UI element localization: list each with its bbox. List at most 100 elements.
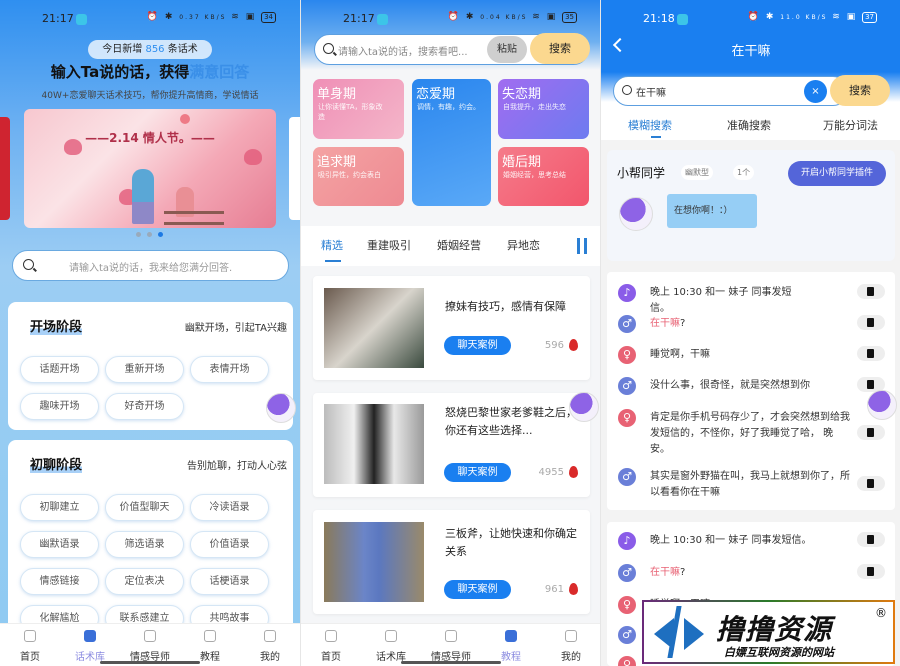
stage-card-single[interactable]: 单身期 让你读懂TA，形象改造 <box>313 79 404 139</box>
search-button[interactable]: 搜索 <box>830 75 890 106</box>
chip[interactable]: 冷读语录 <box>190 494 269 521</box>
chip[interactable]: 趣味开场 <box>20 393 99 420</box>
fire-icon <box>569 466 578 478</box>
line-text: 晚上 10:30 和一 妹子 同事发短信。 <box>650 287 792 314</box>
nav-mentor[interactable]: 情感导师 <box>120 624 180 666</box>
carousel-dots <box>136 232 163 237</box>
helper-card: 小帮同学 幽默型 1个 开启小帮同学插件 在想你啊！：） <box>607 150 895 261</box>
chat-case-button[interactable]: 聊天案例 <box>444 580 511 599</box>
keyword-highlight: 在干嘛 <box>650 567 680 578</box>
chat-case-button[interactable]: 聊天案例 <box>444 336 511 355</box>
nav-tutorial[interactable]: 教程 <box>180 624 240 666</box>
paste-button[interactable]: 粘贴 <box>487 36 527 63</box>
chip[interactable]: 重新开场 <box>105 356 184 383</box>
chip[interactable]: 话题开场 <box>20 356 99 383</box>
chip[interactable]: 筛选语录 <box>105 531 184 558</box>
search-button[interactable]: 搜索 <box>530 33 590 64</box>
headline: 输入Ta说的话，获得满意回答 <box>0 61 300 82</box>
badge-suffix: 条话术 <box>167 44 198 55</box>
copy-button[interactable] <box>857 476 885 491</box>
nav-label: 我的 <box>260 652 280 663</box>
view-count: 596 <box>544 340 564 351</box>
nav-mentor[interactable]: 情感导师 <box>421 624 481 666</box>
floating-mascot-button[interactable] <box>266 393 296 423</box>
tab-exact-search[interactable]: 准确搜索 <box>727 117 771 133</box>
new-count-badge: 今日新增 856 条话术 <box>88 40 212 59</box>
chip[interactable]: 幽默语录 <box>20 531 99 558</box>
line-text: 在干嘛? <box>650 565 800 581</box>
library-cube-icon <box>385 630 397 642</box>
more-tabs-icon[interactable] <box>577 238 587 254</box>
count-dropdown[interactable]: 1个 <box>733 165 755 180</box>
chat-case-button[interactable]: 聊天案例 <box>444 463 511 482</box>
nav-label: 首页 <box>321 652 341 663</box>
stage-card-married[interactable]: 婚后期 婚姻经营，思考总结 <box>498 147 589 206</box>
chip[interactable]: 表情开场 <box>190 356 269 383</box>
copy-button[interactable] <box>857 346 885 361</box>
nav-library[interactable]: 话术库 <box>60 624 120 666</box>
stage-card-pursuit[interactable]: 追求期 吸引异性，约会表白 <box>313 147 404 206</box>
status-icons: ⏰ ✱ 0.04 KB/S ≋ ▣ 35 <box>448 12 577 23</box>
clear-search-button[interactable]: × <box>804 80 827 103</box>
stage-card-breakup[interactable]: 失恋期 自我提升，走出失恋 <box>498 79 589 139</box>
article-thumbnail <box>324 404 424 484</box>
tab-fuzzy-search[interactable]: 模糊搜索 <box>628 117 672 133</box>
net-speed: 11.0 KB/S <box>780 14 828 21</box>
carousel-banner[interactable]: ——2.14 情人节。—— <box>24 109 276 228</box>
search-input[interactable]: 请输入ta说的话，我来给您满分回答. <box>12 250 289 281</box>
copy-button[interactable] <box>857 315 885 330</box>
nav-profile[interactable]: 我的 <box>240 624 300 666</box>
style-dropdown[interactable]: 幽默型 <box>681 165 713 180</box>
nav-profile[interactable]: 我的 <box>541 624 600 666</box>
line-text-rest: ? <box>680 318 686 329</box>
carousel-dot[interactable] <box>136 232 141 237</box>
enable-plugin-button[interactable]: 开启小帮同学插件 <box>788 161 886 186</box>
home-indicator[interactable] <box>401 661 501 664</box>
chip[interactable]: 初聊建立 <box>20 494 99 521</box>
chip[interactable]: 价值型聊天 <box>105 494 184 521</box>
tab-word-segmentation[interactable]: 万能分词法 <box>823 117 878 133</box>
tab-marriage[interactable]: 婚姻经营 <box>437 237 481 253</box>
helper-bubble: 在想你啊！：） <box>667 194 757 228</box>
female-icon: ♀ <box>618 656 636 666</box>
carousel-prev-peek[interactable] <box>0 117 10 220</box>
copy-button[interactable] <box>857 564 885 579</box>
helper-avatar <box>619 197 653 231</box>
active-tab-indicator <box>651 136 661 138</box>
bottom-nav: 首页 话术库 情感导师 教程 我的 <box>0 623 300 666</box>
nav-library[interactable]: 话术库 <box>361 624 421 666</box>
search-placeholder: 请输入ta说的话，我来给您满分回答. <box>69 263 233 274</box>
stage-desc: 让你读懂TA，形象改造 <box>318 103 383 121</box>
floating-mascot-button[interactable] <box>867 390 897 420</box>
registered-mark: ® <box>875 606 887 620</box>
tab-featured[interactable]: 精选 <box>321 237 343 253</box>
article-card[interactable]: 三板斧，让她快速和你确定关系 聊天案例 961 <box>313 510 590 614</box>
copy-button[interactable] <box>857 284 885 299</box>
chip[interactable]: 话梗语录 <box>190 568 269 595</box>
tab-long-distance[interactable]: 异地恋 <box>507 237 540 253</box>
floating-mascot-button[interactable] <box>569 392 599 422</box>
net-speed: 0.37 KB/S <box>179 14 227 21</box>
line-text: 晚上 10:30 和一 妹子 同事发短信。 <box>650 535 812 546</box>
subline: 40W+恋爱聊天话术技巧，帮你提升高情商，学说情话 <box>41 91 259 101</box>
article-card[interactable]: 撩妹有技巧，感情有保障 聊天案例 596 <box>313 276 590 380</box>
banner-sun <box>180 114 190 124</box>
active-tab-indicator <box>325 260 341 262</box>
home-indicator[interactable] <box>100 661 200 664</box>
chip[interactable]: 定位表决 <box>105 568 184 595</box>
copy-button[interactable] <box>857 532 885 547</box>
chip[interactable]: 价值语录 <box>190 531 269 558</box>
carousel-dot-active[interactable] <box>158 232 163 237</box>
profile-cube-icon <box>565 630 577 642</box>
nav-home[interactable]: 首页 <box>301 624 361 666</box>
stage-card-dating[interactable]: 恋爱期 调情，有趣，约会。 <box>412 79 491 206</box>
carousel-next-peek[interactable] <box>289 117 300 220</box>
chip[interactable]: 好奇开场 <box>105 393 184 420</box>
copy-button[interactable] <box>857 425 885 440</box>
chip[interactable]: 情感链接 <box>20 568 99 595</box>
nav-tutorial[interactable]: 教程 <box>481 624 541 666</box>
carousel-dot[interactable] <box>147 232 152 237</box>
article-card[interactable]: 怒烧巴黎世家老爹鞋之后，你还有这些选择... 聊天案例 4955 <box>313 393 590 497</box>
nav-home[interactable]: 首页 <box>0 624 60 666</box>
tab-rebuild-attraction[interactable]: 重建吸引 <box>367 237 411 253</box>
